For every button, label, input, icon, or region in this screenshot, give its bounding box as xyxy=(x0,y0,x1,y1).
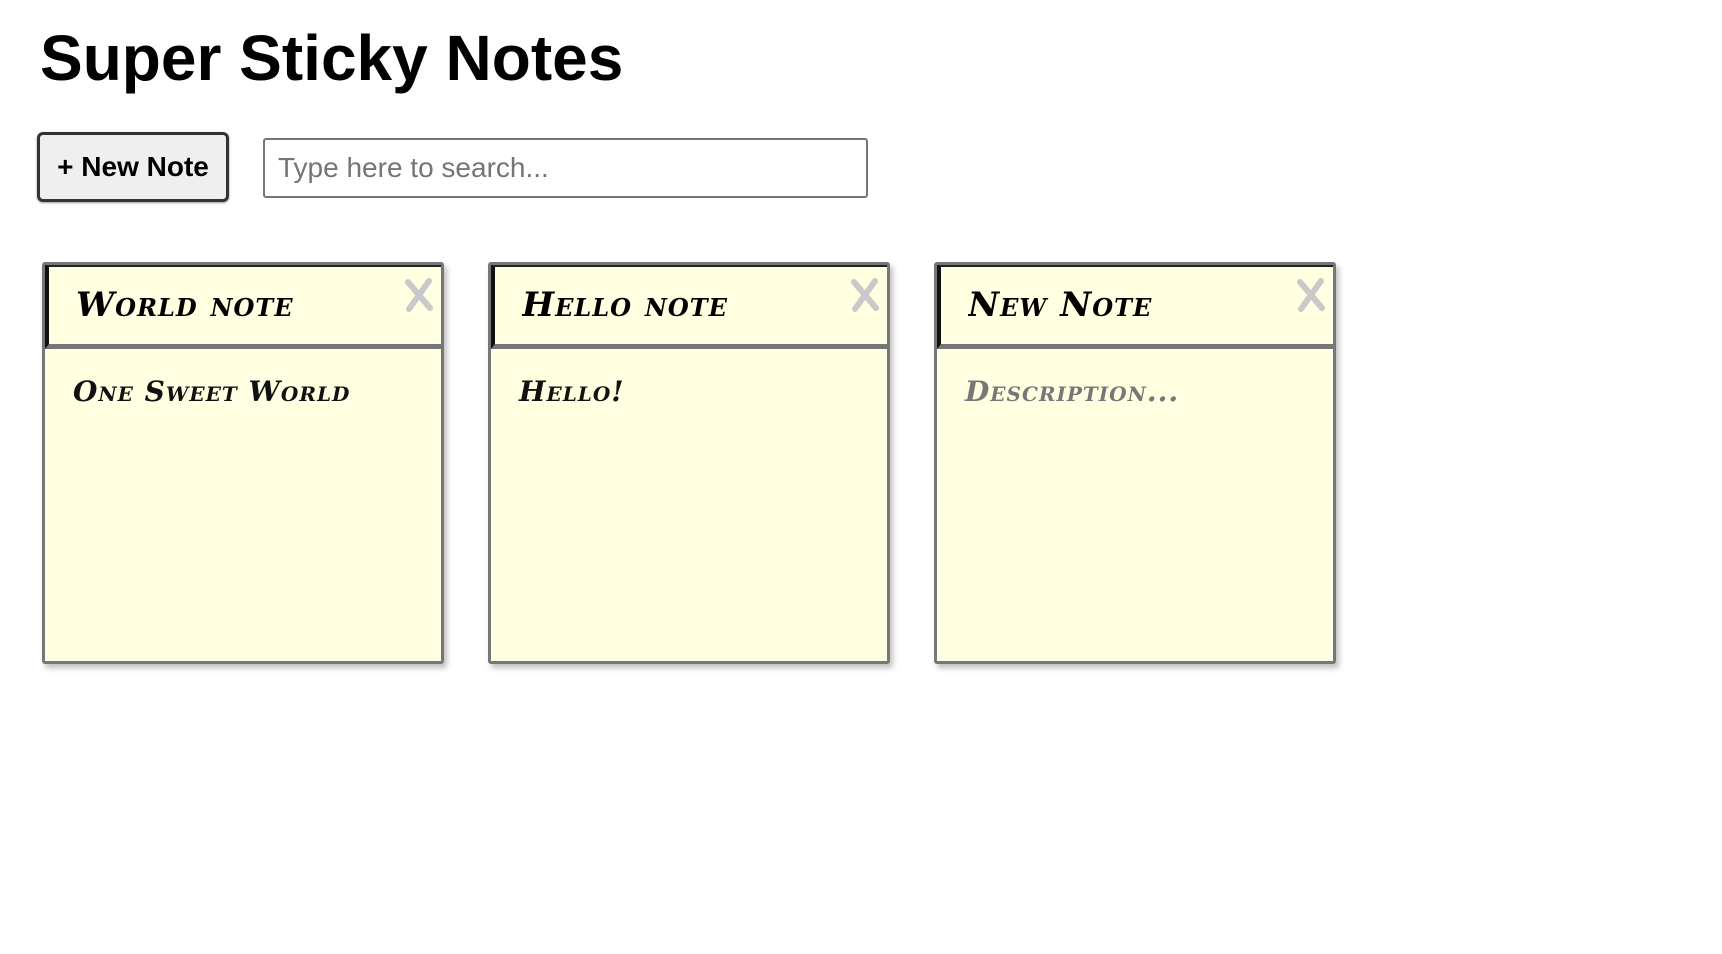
note-header: Hello note xyxy=(491,265,887,349)
note-description-placeholder[interactable]: Description... xyxy=(965,375,1305,635)
page-title: Super Sticky Notes xyxy=(40,22,624,94)
note-description[interactable]: Hello! xyxy=(519,375,859,635)
note-title[interactable]: New Note xyxy=(968,285,1288,335)
close-icon[interactable] xyxy=(1294,275,1328,315)
new-note-button[interactable]: + New Note xyxy=(37,132,229,202)
close-icon[interactable] xyxy=(848,275,882,315)
note-title[interactable]: Hello note xyxy=(522,285,842,335)
notes-list: World note One Sweet World Hello note He… xyxy=(42,262,1342,666)
note-title[interactable]: World note xyxy=(76,285,396,335)
app: Super Sticky Notes + New Note World note… xyxy=(0,0,1722,954)
note-card: Hello note Hello! xyxy=(488,262,890,664)
note-header: World note xyxy=(45,265,441,349)
note-card: New Note Description... xyxy=(934,262,1336,664)
search-input[interactable] xyxy=(263,138,868,198)
note-card: World note One Sweet World xyxy=(42,262,444,664)
note-header: New Note xyxy=(937,265,1333,349)
close-icon[interactable] xyxy=(402,275,436,315)
note-description[interactable]: One Sweet World xyxy=(73,375,413,635)
